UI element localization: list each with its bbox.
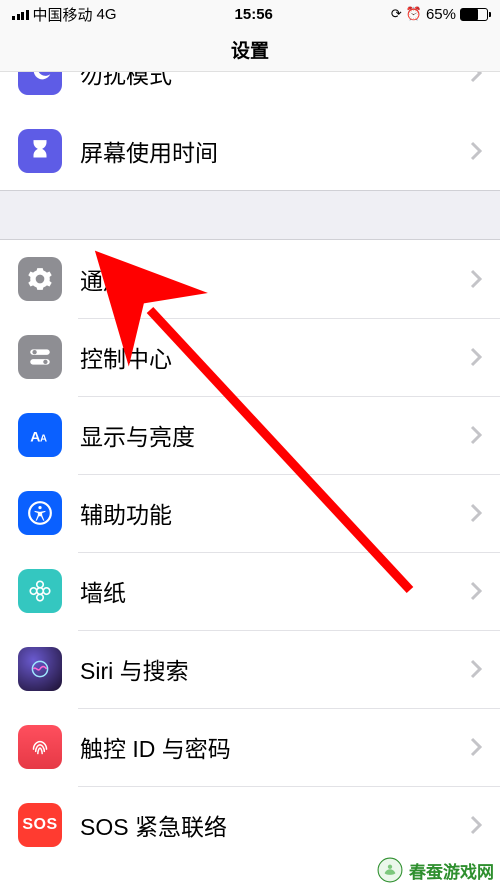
svg-text:A: A: [30, 429, 40, 445]
svg-text:A: A: [40, 434, 47, 445]
chevron-right-icon: [470, 503, 482, 523]
text-size-icon: AA: [18, 413, 62, 457]
settings-group-2: 通用 控制中心 AA 显示与亮度 辅助功能: [0, 240, 500, 864]
row-general[interactable]: 通用: [0, 240, 500, 318]
row-touch-id-passcode[interactable]: 触控 ID 与密码: [0, 708, 500, 786]
status-bar: 中国移动 4G 15:56 ⟳ ⏰ 65%: [0, 0, 500, 28]
status-right: ⟳ ⏰ 65%: [391, 6, 488, 23]
accessibility-icon: [18, 491, 62, 535]
hourglass-icon: [18, 129, 62, 173]
nav-bar: 设置: [0, 28, 500, 72]
settings-group-1: 勿扰模式 屏幕使用时间: [0, 72, 500, 190]
row-wallpaper[interactable]: 墙纸: [0, 552, 500, 630]
alarm-icon: ⏰: [406, 6, 422, 22]
rotation-lock-icon: ⟳: [391, 6, 402, 22]
siri-icon: [18, 647, 62, 691]
toggles-icon: [18, 335, 62, 379]
sos-icon: SOS: [18, 803, 62, 847]
chevron-right-icon: [470, 815, 482, 835]
chevron-right-icon: [470, 347, 482, 367]
row-display-brightness[interactable]: AA 显示与亮度: [0, 396, 500, 474]
network-label: 4G: [97, 6, 117, 23]
sos-icon-text: SOS: [22, 816, 57, 834]
row-do-not-disturb[interactable]: 勿扰模式: [0, 72, 500, 112]
row-emergency-sos[interactable]: SOS SOS 紧急联络: [0, 786, 500, 864]
row-label: 墙纸: [80, 574, 470, 608]
battery-percent-label: 65%: [426, 6, 456, 23]
chevron-right-icon: [470, 581, 482, 601]
battery-icon: [460, 8, 488, 21]
row-control-center[interactable]: 控制中心: [0, 318, 500, 396]
row-label: Siri 与搜索: [80, 652, 470, 686]
row-label: 勿扰模式: [80, 72, 470, 90]
row-label: 显示与亮度: [80, 418, 470, 452]
row-accessibility[interactable]: 辅助功能: [0, 474, 500, 552]
chevron-right-icon: [470, 141, 482, 161]
row-label: 触控 ID 与密码: [80, 730, 470, 764]
clock-label: 15:56: [117, 6, 391, 23]
row-label: 辅助功能: [80, 496, 470, 530]
signal-icon: [12, 8, 29, 20]
settings-screen: 中国移动 4G 15:56 ⟳ ⏰ 65% 设置 勿扰模式: [0, 0, 500, 889]
row-label: 控制中心: [80, 340, 470, 374]
watermark-text: 春蚕游戏网: [409, 858, 494, 883]
row-label: SOS 紧急联络: [80, 808, 470, 842]
fingerprint-icon: [18, 725, 62, 769]
chevron-right-icon: [470, 659, 482, 679]
group-separator: [0, 190, 500, 240]
watermark: 春蚕游戏网: [377, 857, 494, 883]
row-label: 屏幕使用时间: [80, 134, 470, 168]
chevron-right-icon: [470, 72, 482, 83]
status-left: 中国移动 4G: [12, 4, 117, 25]
carrier-label: 中国移动: [33, 4, 93, 25]
page-title: 设置: [231, 36, 269, 63]
row-screen-time[interactable]: 屏幕使用时间: [0, 112, 500, 190]
row-label: 通用: [80, 262, 470, 296]
gear-icon: [18, 257, 62, 301]
moon-icon: [18, 72, 62, 95]
watermark-logo-icon: [377, 857, 403, 883]
flower-icon: [18, 569, 62, 613]
row-siri-search[interactable]: Siri 与搜索: [0, 630, 500, 708]
chevron-right-icon: [470, 269, 482, 289]
chevron-right-icon: [470, 425, 482, 445]
chevron-right-icon: [470, 737, 482, 757]
